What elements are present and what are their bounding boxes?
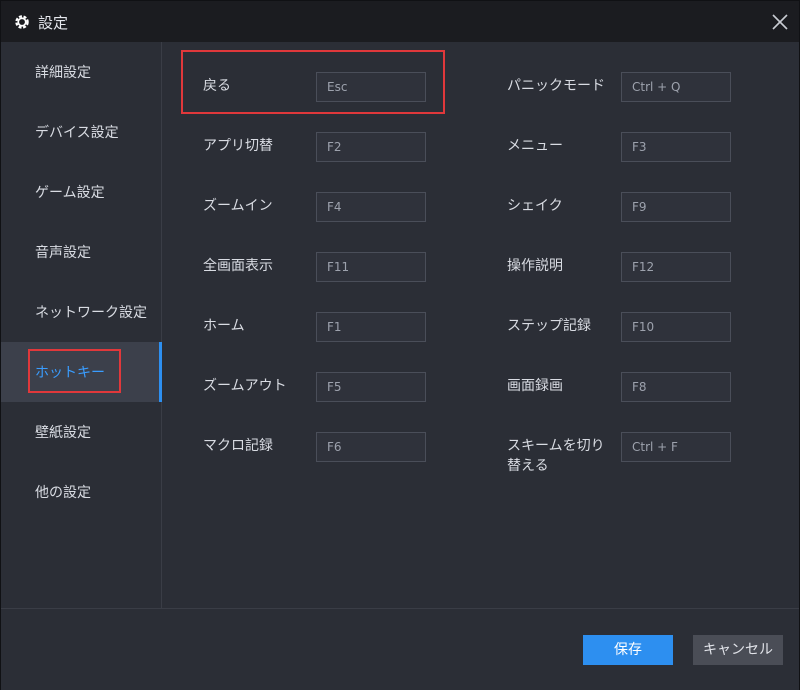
hotkey-label-fullscreen: 全画面表示 — [203, 258, 273, 274]
sidebar-item-audio[interactable]: 音声設定 — [1, 222, 161, 282]
sidebar-item-advanced[interactable]: 詳細設定 — [1, 42, 161, 102]
hotkey-label-zoom-in: ズームイン — [203, 198, 273, 214]
hotkey-settings-panel: 戻る Esc アプリ切替 F2 ズームイン F4 全画面表示 F11 ホーム F… — [162, 42, 799, 608]
hotkey-input-panic-mode[interactable]: Ctrl + Q — [621, 72, 731, 102]
hotkey-input-switch-scheme[interactable]: Ctrl + F — [621, 432, 731, 462]
hotkey-input-menu[interactable]: F3 — [621, 132, 731, 162]
hotkey-input-step-record[interactable]: F10 — [621, 312, 731, 342]
hotkey-label-zoom-out: ズームアウト — [203, 378, 287, 394]
sidebar-item-label: 壁紙設定 — [35, 425, 91, 441]
hotkey-label-step-record: ステップ記録 — [507, 318, 591, 334]
hotkey-label-shake: シェイク — [507, 198, 563, 214]
title-bar: 設定 — [1, 1, 799, 42]
hotkey-label-home: ホーム — [203, 318, 245, 334]
settings-sidebar: 詳細設定 デバイス設定 ゲーム設定 音声設定 ネットワーク設定 ホットキー 壁紙… — [1, 42, 162, 608]
sidebar-item-wallpaper[interactable]: 壁紙設定 — [1, 402, 161, 462]
sidebar-item-label: ネットワーク設定 — [35, 305, 147, 321]
hotkey-input-zoom-in[interactable]: F4 — [316, 192, 426, 222]
cancel-button[interactable]: キャンセル — [693, 635, 783, 665]
highlight-frame-sidebar — [28, 349, 121, 393]
sidebar-item-device[interactable]: デバイス設定 — [1, 102, 161, 162]
hotkey-label-guide: 操作説明 — [507, 258, 563, 274]
hotkey-label-menu: メニュー — [507, 138, 563, 154]
sidebar-item-game[interactable]: ゲーム設定 — [1, 162, 161, 222]
hotkey-label-app-switch: アプリ切替 — [203, 138, 273, 154]
sidebar-item-other[interactable]: 他の設定 — [1, 462, 161, 522]
sidebar-item-label: デバイス設定 — [35, 125, 119, 141]
settings-window: 設定 詳細設定 デバイス設定 ゲーム設定 音声設定 ネットワーク設定 ホットキー… — [0, 0, 800, 690]
sidebar-item-label: 他の設定 — [35, 485, 91, 501]
hotkey-input-guide[interactable]: F12 — [621, 252, 731, 282]
hotkey-input-home[interactable]: F1 — [316, 312, 426, 342]
save-button[interactable]: 保存 — [583, 635, 673, 665]
sidebar-item-label: ゲーム設定 — [35, 185, 105, 201]
sidebar-item-network[interactable]: ネットワーク設定 — [1, 282, 161, 342]
gear-icon — [15, 15, 29, 29]
hotkey-input-back[interactable]: Esc — [316, 72, 426, 102]
hotkey-label-macro-record: マクロ記録 — [203, 438, 273, 454]
hotkey-label-back: 戻る — [203, 78, 231, 94]
hotkey-label-switch-scheme-line2: 替える — [507, 458, 549, 474]
window-title: 設定 — [38, 14, 69, 32]
dialog-footer: 保存 キャンセル — [1, 608, 799, 690]
hotkey-input-fullscreen[interactable]: F11 — [316, 252, 426, 282]
hotkey-input-macro-record[interactable]: F6 — [316, 432, 426, 462]
hotkey-label-switch-scheme-line1: スキームを切り — [507, 438, 605, 454]
hotkey-input-screen-record[interactable]: F8 — [621, 372, 731, 402]
hotkey-label-panic-mode: パニックモード — [507, 78, 605, 94]
sidebar-item-label: 音声設定 — [35, 245, 91, 261]
hotkey-input-zoom-out[interactable]: F5 — [316, 372, 426, 402]
hotkey-input-shake[interactable]: F9 — [621, 192, 731, 222]
hotkey-input-app-switch[interactable]: F2 — [316, 132, 426, 162]
hotkey-label-screen-record: 画面録画 — [507, 378, 563, 394]
sidebar-item-label: 詳細設定 — [35, 65, 91, 81]
close-icon[interactable] — [767, 9, 793, 35]
